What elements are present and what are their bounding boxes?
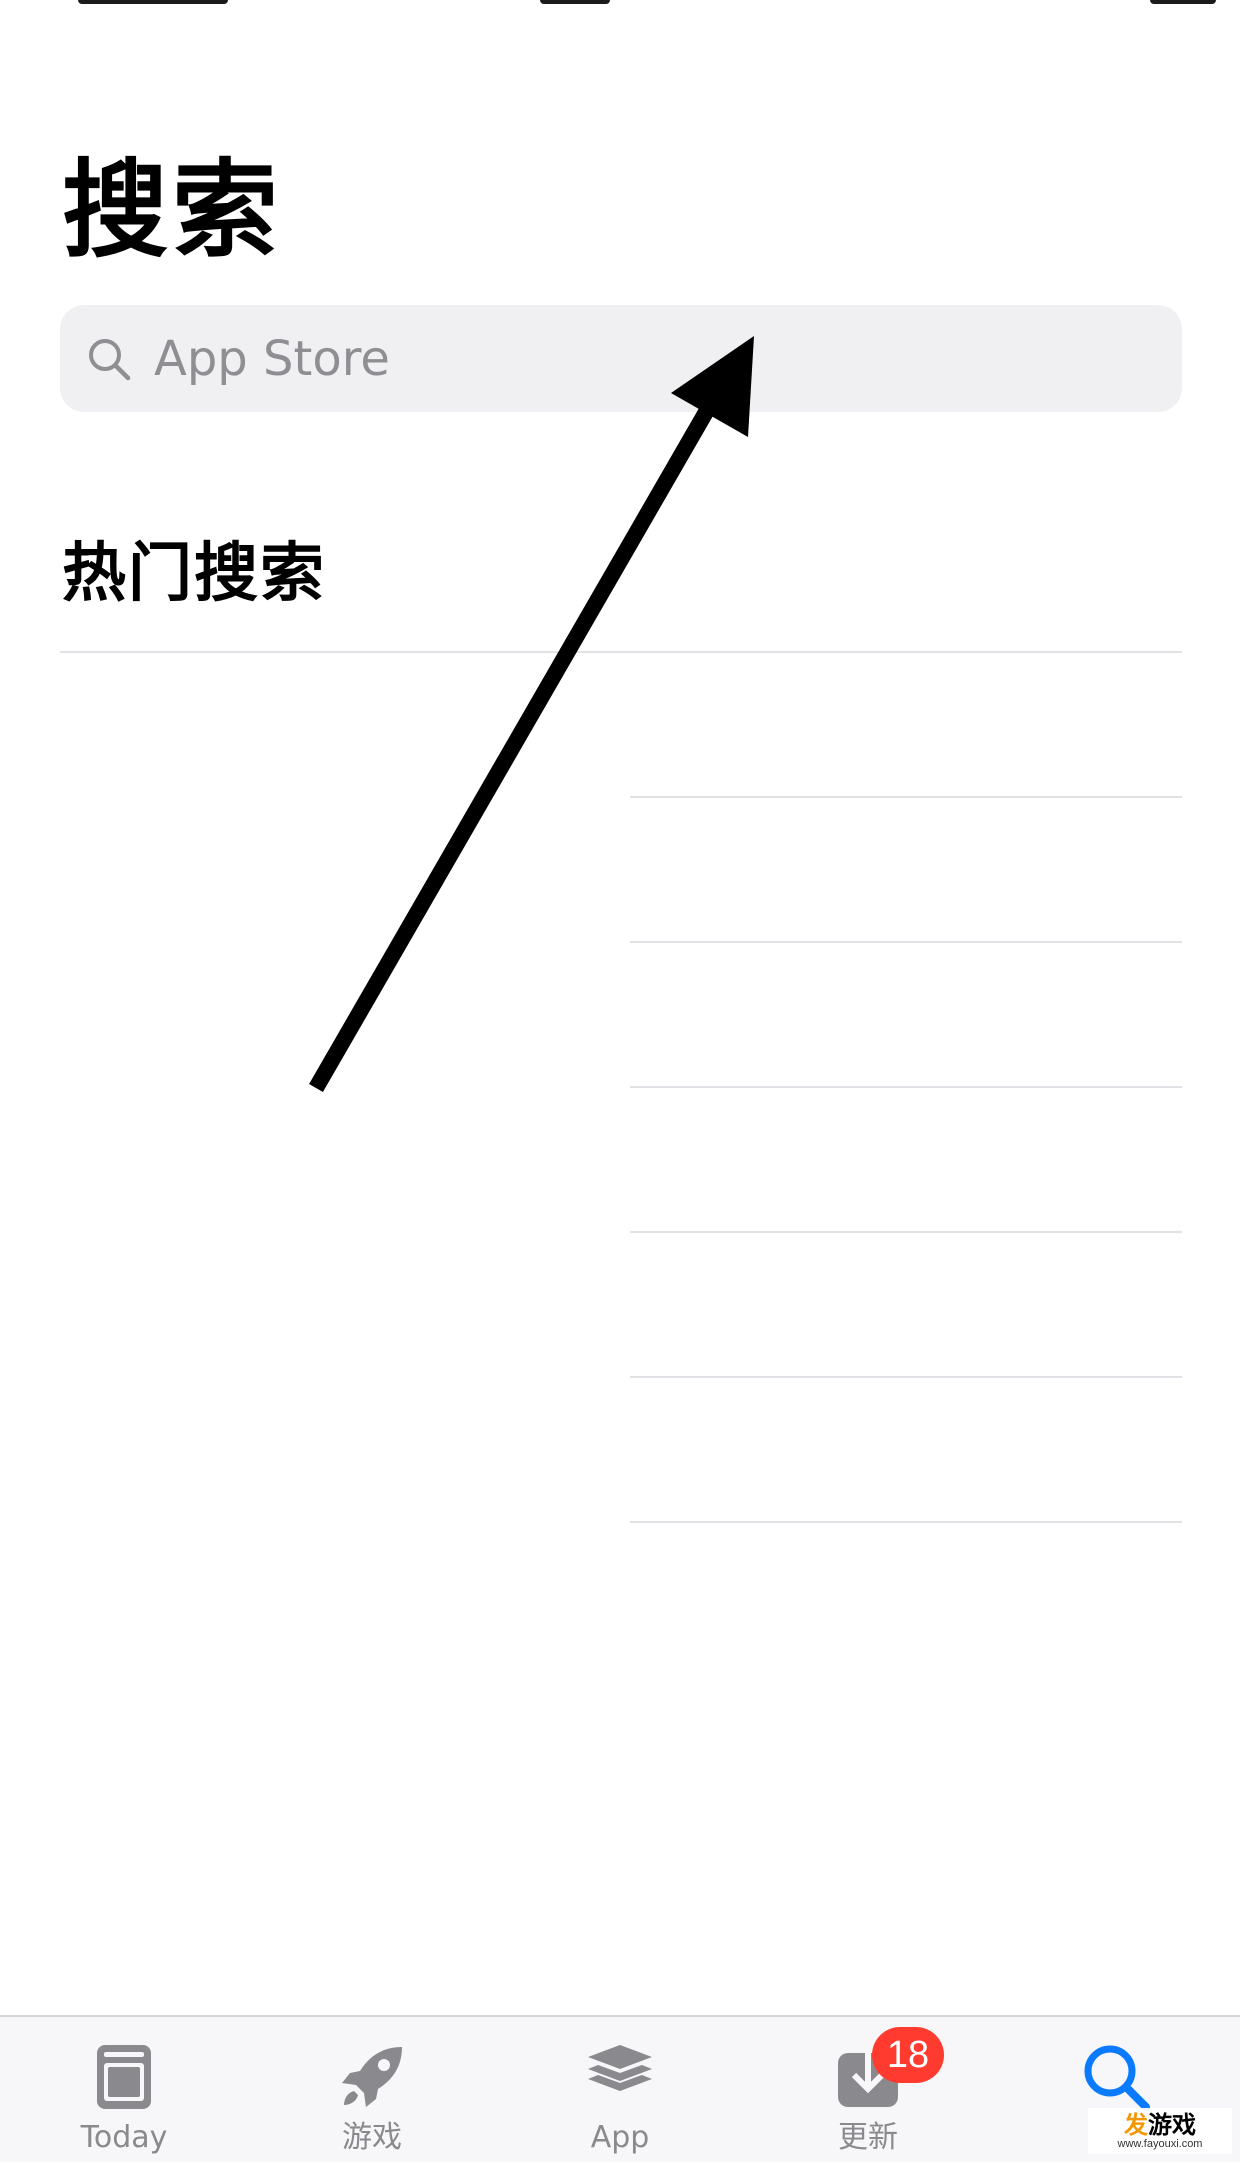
status-bar-fragment-left: [78, 0, 228, 4]
tab-games[interactable]: 游戏: [248, 2017, 496, 2164]
list-item-divider: [630, 1086, 1182, 1088]
page-title: 搜索: [62, 149, 282, 272]
trending-title: 热门搜索: [62, 537, 326, 611]
list-item-divider: [630, 941, 1182, 943]
tab-label: 游戏: [342, 2120, 402, 2155]
tab-label: Today: [80, 2120, 168, 2155]
tab-today[interactable]: Today: [0, 2017, 248, 2164]
update-count-badge: 18: [872, 2027, 944, 2083]
list-item-divider: [630, 796, 1182, 798]
list-item-divider: [630, 1231, 1182, 1233]
tab-label: App: [590, 2120, 650, 2155]
tab-label: 更新: [838, 2120, 898, 2155]
search-icon: [84, 334, 134, 384]
status-bar-fragment-center: [540, 0, 610, 4]
watermark-url: www.fayouxi.com: [1117, 2137, 1203, 2150]
rocket-icon: [332, 2037, 412, 2117]
list-item-divider: [630, 1376, 1182, 1378]
watermark-logo: 发游戏: [1124, 2110, 1196, 2139]
watermark: 发游戏 www.fayouxi.com: [1088, 2108, 1232, 2154]
tab-apps[interactable]: App: [496, 2017, 744, 2164]
download-icon: 18: [828, 2027, 944, 2117]
tab-updates[interactable]: 18 更新: [744, 2017, 992, 2164]
trending-divider: [60, 651, 1182, 653]
search-bar[interactable]: [60, 305, 1182, 412]
today-icon: [84, 2037, 164, 2117]
search-icon: [1076, 2037, 1156, 2117]
tab-bar: Today 游戏 App 18 更新: [0, 2015, 1240, 2162]
status-bar-fragment-right: [1150, 0, 1216, 4]
list-item-divider: [630, 1521, 1182, 1523]
search-input[interactable]: [154, 330, 1054, 387]
layers-icon: [580, 2037, 660, 2117]
